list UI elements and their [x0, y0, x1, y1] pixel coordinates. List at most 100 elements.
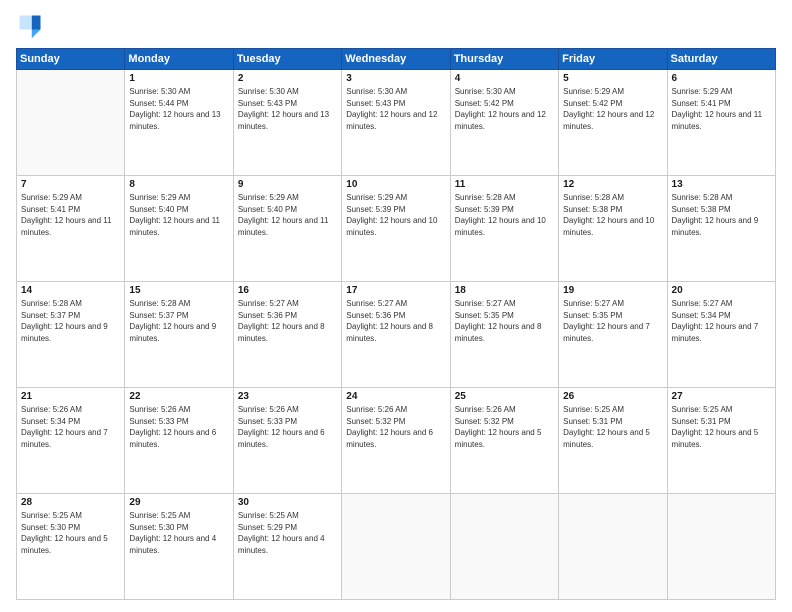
day-number: 3	[346, 73, 445, 84]
calendar-day-header: Tuesday	[233, 49, 341, 70]
calendar-day-header: Sunday	[17, 49, 125, 70]
calendar-day-cell: 16 Sunrise: 5:27 AMSunset: 5:36 PMDayligh…	[233, 282, 341, 388]
day-info: Sunrise: 5:25 AMSunset: 5:29 PMDaylight:…	[238, 510, 337, 556]
calendar-day-cell: 2 Sunrise: 5:30 AMSunset: 5:43 PMDaylight…	[233, 70, 341, 176]
day-number: 11	[455, 179, 554, 190]
day-info: Sunrise: 5:26 AMSunset: 5:34 PMDaylight:…	[21, 404, 120, 450]
day-number: 23	[238, 391, 337, 402]
day-number: 27	[672, 391, 771, 402]
day-number: 20	[672, 285, 771, 296]
day-info: Sunrise: 5:30 AMSunset: 5:43 PMDaylight:…	[346, 86, 445, 132]
day-info: Sunrise: 5:25 AMSunset: 5:31 PMDaylight:…	[563, 404, 662, 450]
logo-icon	[16, 12, 44, 40]
calendar-day-cell: 26 Sunrise: 5:25 AMSunset: 5:31 PMDayligh…	[559, 388, 667, 494]
calendar-day-cell: 8 Sunrise: 5:29 AMSunset: 5:40 PMDaylight…	[125, 176, 233, 282]
day-number: 25	[455, 391, 554, 402]
calendar-day-header: Wednesday	[342, 49, 450, 70]
calendar-week-row: 21 Sunrise: 5:26 AMSunset: 5:34 PMDayligh…	[17, 388, 776, 494]
calendar-day-cell: 9 Sunrise: 5:29 AMSunset: 5:40 PMDaylight…	[233, 176, 341, 282]
calendar-day-cell: 29 Sunrise: 5:25 AMSunset: 5:30 PMDayligh…	[125, 494, 233, 600]
day-number: 1	[129, 73, 228, 84]
day-number: 4	[455, 73, 554, 84]
day-info: Sunrise: 5:29 AMSunset: 5:41 PMDaylight:…	[21, 192, 120, 238]
calendar-header-row: SundayMondayTuesdayWednesdayThursdayFrid…	[17, 49, 776, 70]
calendar-day-cell	[342, 494, 450, 600]
day-info: Sunrise: 5:29 AMSunset: 5:40 PMDaylight:…	[129, 192, 228, 238]
day-number: 10	[346, 179, 445, 190]
calendar-table: SundayMondayTuesdayWednesdayThursdayFrid…	[16, 48, 776, 600]
logo	[16, 12, 48, 40]
day-info: Sunrise: 5:27 AMSunset: 5:36 PMDaylight:…	[346, 298, 445, 344]
day-info: Sunrise: 5:25 AMSunset: 5:30 PMDaylight:…	[21, 510, 120, 556]
day-number: 28	[21, 497, 120, 508]
day-info: Sunrise: 5:30 AMSunset: 5:42 PMDaylight:…	[455, 86, 554, 132]
calendar-day-cell: 21 Sunrise: 5:26 AMSunset: 5:34 PMDayligh…	[17, 388, 125, 494]
day-number: 14	[21, 285, 120, 296]
day-info: Sunrise: 5:27 AMSunset: 5:35 PMDaylight:…	[455, 298, 554, 344]
day-info: Sunrise: 5:29 AMSunset: 5:40 PMDaylight:…	[238, 192, 337, 238]
day-info: Sunrise: 5:27 AMSunset: 5:36 PMDaylight:…	[238, 298, 337, 344]
calendar-week-row: 28 Sunrise: 5:25 AMSunset: 5:30 PMDayligh…	[17, 494, 776, 600]
calendar-day-cell: 3 Sunrise: 5:30 AMSunset: 5:43 PMDaylight…	[342, 70, 450, 176]
header	[16, 12, 776, 40]
day-info: Sunrise: 5:29 AMSunset: 5:39 PMDaylight:…	[346, 192, 445, 238]
calendar-day-cell: 19 Sunrise: 5:27 AMSunset: 5:35 PMDayligh…	[559, 282, 667, 388]
day-info: Sunrise: 5:26 AMSunset: 5:32 PMDaylight:…	[455, 404, 554, 450]
day-number: 17	[346, 285, 445, 296]
day-info: Sunrise: 5:26 AMSunset: 5:33 PMDaylight:…	[238, 404, 337, 450]
calendar-day-cell: 10 Sunrise: 5:29 AMSunset: 5:39 PMDayligh…	[342, 176, 450, 282]
calendar-day-cell: 7Sunrise: 5:29 AMSunset: 5:41 PMDaylight…	[17, 176, 125, 282]
calendar-day-header: Friday	[559, 49, 667, 70]
calendar-day-cell: 14Sunrise: 5:28 AMSunset: 5:37 PMDayligh…	[17, 282, 125, 388]
day-info: Sunrise: 5:27 AMSunset: 5:35 PMDaylight:…	[563, 298, 662, 344]
calendar-day-cell: 18 Sunrise: 5:27 AMSunset: 5:35 PMDayligh…	[450, 282, 558, 388]
calendar-day-cell: 30 Sunrise: 5:25 AMSunset: 5:29 PMDayligh…	[233, 494, 341, 600]
day-info: Sunrise: 5:26 AMSunset: 5:32 PMDaylight:…	[346, 404, 445, 450]
calendar-day-cell	[17, 70, 125, 176]
day-info: Sunrise: 5:28 AMSunset: 5:38 PMDaylight:…	[563, 192, 662, 238]
day-info: Sunrise: 5:29 AMSunset: 5:42 PMDaylight:…	[563, 86, 662, 132]
calendar-day-cell: 17 Sunrise: 5:27 AMSunset: 5:36 PMDayligh…	[342, 282, 450, 388]
day-number: 22	[129, 391, 228, 402]
day-number: 16	[238, 285, 337, 296]
day-number: 8	[129, 179, 228, 190]
day-info: Sunrise: 5:26 AMSunset: 5:33 PMDaylight:…	[129, 404, 228, 450]
day-number: 26	[563, 391, 662, 402]
calendar-week-row: 1Sunrise: 5:30 AMSunset: 5:44 PMDaylight…	[17, 70, 776, 176]
day-number: 9	[238, 179, 337, 190]
calendar-day-cell: 4 Sunrise: 5:30 AMSunset: 5:42 PMDaylight…	[450, 70, 558, 176]
day-info: Sunrise: 5:25 AMSunset: 5:31 PMDaylight:…	[672, 404, 771, 450]
calendar-day-cell: 1Sunrise: 5:30 AMSunset: 5:44 PMDaylight…	[125, 70, 233, 176]
day-number: 6	[672, 73, 771, 84]
calendar-day-cell	[667, 494, 775, 600]
day-number: 13	[672, 179, 771, 190]
day-number: 2	[238, 73, 337, 84]
calendar-week-row: 7Sunrise: 5:29 AMSunset: 5:41 PMDaylight…	[17, 176, 776, 282]
calendar-day-header: Thursday	[450, 49, 558, 70]
day-number: 5	[563, 73, 662, 84]
day-info: Sunrise: 5:28 AMSunset: 5:37 PMDaylight:…	[129, 298, 228, 344]
calendar-day-cell	[450, 494, 558, 600]
day-number: 29	[129, 497, 228, 508]
calendar-week-row: 14 Sunrise: 5:28 AMSunset: 5:37 PMDayligh…	[17, 282, 776, 388]
day-number: 30	[238, 497, 337, 508]
calendar-day-cell	[559, 494, 667, 600]
calendar-day-cell: 12 Sunrise: 5:28 AMSunset: 5:38 PMDayligh…	[559, 176, 667, 282]
day-info: Sunrise: 5:28 AMSunset: 5:39 PMDaylight:…	[455, 192, 554, 238]
day-number: 15	[129, 285, 228, 296]
calendar-day-cell: 22 Sunrise: 5:26 AMSunset: 5:33 PMDayligh…	[125, 388, 233, 494]
calendar-day-header: Saturday	[667, 49, 775, 70]
day-number: 19	[563, 285, 662, 296]
calendar-day-cell: 20Sunrise: 5:27 AMSunset: 5:34 PMDayligh…	[667, 282, 775, 388]
day-info: Sunrise: 5:25 AMSunset: 5:30 PMDaylight:…	[129, 510, 228, 556]
calendar-day-cell: 5 Sunrise: 5:29 AMSunset: 5:42 PMDaylight…	[559, 70, 667, 176]
calendar-day-cell: 11 Sunrise: 5:28 AMSunset: 5:39 PMDayligh…	[450, 176, 558, 282]
calendar-day-cell: 13Sunrise: 5:28 AMSunset: 5:38 PMDayligh…	[667, 176, 775, 282]
day-info: Sunrise: 5:29 AMSunset: 5:41 PMDaylight:…	[672, 86, 771, 132]
page: SundayMondayTuesdayWednesdayThursdayFrid…	[0, 0, 792, 612]
day-number: 21	[21, 391, 120, 402]
day-info: Sunrise: 5:30 AMSunset: 5:43 PMDaylight:…	[238, 86, 337, 132]
calendar-day-header: Monday	[125, 49, 233, 70]
day-number: 12	[563, 179, 662, 190]
day-number: 18	[455, 285, 554, 296]
